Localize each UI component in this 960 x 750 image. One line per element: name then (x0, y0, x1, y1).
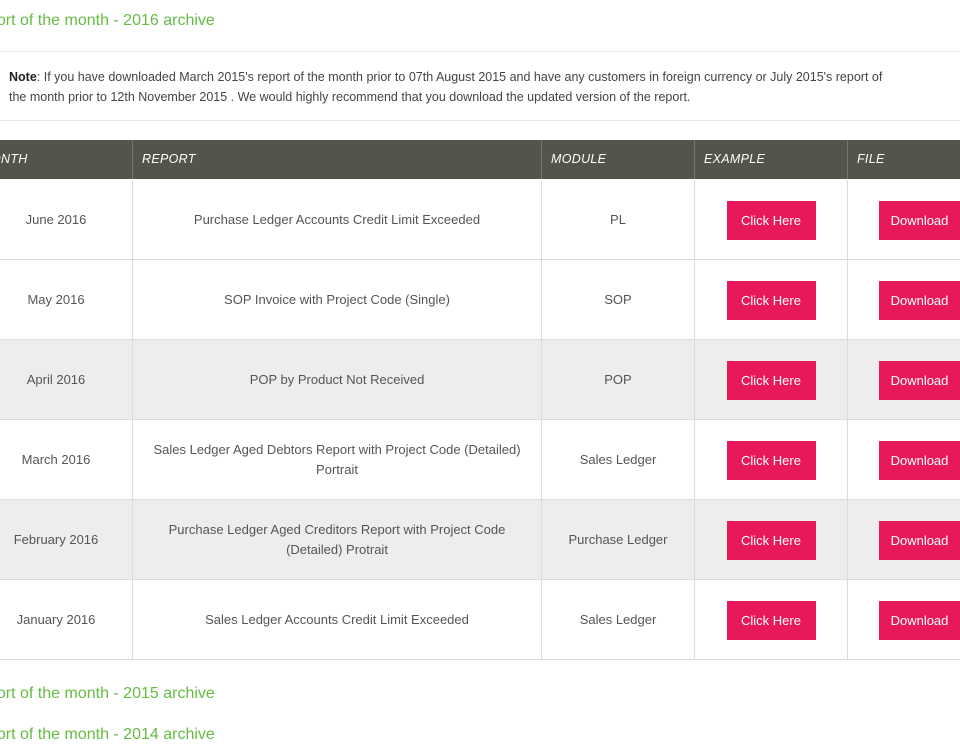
click-here-button[interactable]: Click Here (726, 520, 816, 560)
month-text: January 2016 (16, 612, 96, 627)
month-cell: May 2016 (0, 260, 132, 340)
module-cell: POP (541, 340, 694, 420)
file-cell: Download (847, 340, 960, 420)
note-line1: : If you have downloaded March 2015's re… (36, 70, 883, 84)
download-button[interactable]: Download (879, 440, 960, 480)
report-line1: POP by Product Not Received (249, 372, 425, 387)
table-row: June 2016 Purchase Ledger Accounts Credit… (0, 180, 960, 260)
note-label: Note (9, 70, 37, 84)
archive-2016-title[interactable]: port of the month - 2016 archive (0, 12, 215, 30)
header-file: FILE (847, 140, 960, 179)
report-text: Purchase Ledger Aged Creditors Report wi… (169, 520, 506, 560)
table-row: February 2016 Purchase Ledger Aged Credit… (0, 500, 960, 580)
module-cell: SOP (541, 260, 694, 340)
report-cell: Sales Ledger Aged Debtors Report with Pr… (132, 420, 541, 500)
table-row: May 2016 SOP Invoice with Project Code (S… (0, 260, 960, 340)
header-example: EXAMPLE (694, 140, 847, 179)
report-text: POP by Product Not Received (250, 370, 425, 390)
module-text: SOP (604, 292, 632, 307)
table-row: April 2016 POP by Product Not Received POP… (0, 340, 960, 420)
report-cell: SOP Invoice with Project Code (Single) (132, 260, 541, 340)
file-cell: Download (847, 580, 960, 660)
report-archive-page: port of the month - 2016 archive Note: I… (0, 0, 960, 750)
click-here-button[interactable]: Click Here (726, 600, 816, 640)
example-cell: Click Here (694, 260, 847, 340)
module-cell: Purchase Ledger (541, 500, 694, 580)
download-button[interactable]: Download (879, 600, 960, 640)
download-button[interactable]: Download (879, 200, 960, 240)
divider (0, 120, 960, 121)
report-text: Purchase Ledger Accounts Credit Limit Ex… (194, 210, 480, 230)
example-cell: Click Here (694, 180, 847, 260)
report-line1: Purchase Ledger Aged Creditors Report wi… (168, 522, 506, 537)
file-cell: Download (847, 420, 960, 500)
file-cell: Download (847, 260, 960, 340)
month-text: February 2016 (13, 532, 99, 547)
month-text: May 2016 (27, 292, 85, 307)
header-report: REPORT (132, 140, 541, 179)
report-text: Sales Ledger Aged Debtors Report with Pr… (153, 440, 520, 480)
table-row: March 2016 Sales Ledger Aged Debtors Repo… (0, 420, 960, 500)
report-line2: Portrait (316, 462, 358, 477)
report-cell: POP by Product Not Received (132, 340, 541, 420)
file-cell: Download (847, 180, 960, 260)
module-text: Purchase Ledger (568, 532, 668, 547)
module-cell: Sales Ledger (541, 580, 694, 660)
report-text: SOP Invoice with Project Code (Single) (224, 290, 450, 310)
download-button[interactable]: Download (879, 280, 960, 320)
table-header: ONTH REPORT MODULE EXAMPLE FILE (0, 140, 960, 179)
header-month: ONTH (0, 152, 28, 166)
month-cell: February 2016 (0, 500, 132, 580)
archive-2015-title[interactable]: port of the month - 2015 archive (0, 685, 215, 703)
module-text: POP (604, 372, 632, 387)
report-cell: Sales Ledger Accounts Credit Limit Excee… (132, 580, 541, 660)
report-line1: SOP Invoice with Project Code (Single) (224, 292, 450, 307)
archive-2014-title[interactable]: port of the month - 2014 archive (0, 726, 215, 744)
file-cell: Download (847, 500, 960, 580)
month-cell: January 2016 (0, 580, 132, 660)
month-text: March 2016 (21, 452, 91, 467)
click-here-button[interactable]: Click Here (726, 440, 816, 480)
note-line2: the month prior to 12th November 2015 . … (9, 90, 691, 104)
month-cell: April 2016 (0, 340, 132, 420)
download-button[interactable]: Download (879, 520, 960, 560)
report-text: Sales Ledger Accounts Credit Limit Excee… (205, 610, 469, 630)
report-cell: Purchase Ledger Accounts Credit Limit Ex… (132, 180, 541, 260)
report-line1: Sales Ledger Accounts Credit Limit Excee… (205, 612, 469, 627)
report-cell: Purchase Ledger Aged Creditors Report wi… (132, 500, 541, 580)
click-here-button[interactable]: Click Here (726, 200, 816, 240)
report-line1: Purchase Ledger Accounts Credit Limit Ex… (193, 212, 481, 227)
divider (0, 51, 960, 52)
module-cell: PL (541, 180, 694, 260)
report-line2: (Detailed) Protrait (286, 542, 388, 557)
header-module: MODULE (541, 140, 694, 179)
example-cell: Click Here (694, 580, 847, 660)
module-cell: Sales Ledger (541, 420, 694, 500)
example-cell: Click Here (694, 340, 847, 420)
example-cell: Click Here (694, 500, 847, 580)
note-text: Note: If you have downloaded March 2015'… (9, 67, 960, 107)
example-cell: Click Here (694, 420, 847, 500)
click-here-button[interactable]: Click Here (726, 280, 816, 320)
month-text: April 2016 (26, 372, 86, 387)
table-row: January 2016 Sales Ledger Accounts Credit… (0, 580, 960, 660)
month-text: June 2016 (25, 212, 87, 227)
month-cell: March 2016 (0, 420, 132, 500)
module-text: Sales Ledger (579, 452, 657, 467)
report-line1: Sales Ledger Aged Debtors Report with Pr… (153, 442, 521, 457)
download-button[interactable]: Download (879, 360, 960, 400)
month-cell: June 2016 (0, 180, 132, 260)
click-here-button[interactable]: Click Here (726, 360, 816, 400)
module-text: Sales Ledger (579, 612, 657, 627)
module-text: PL (610, 212, 626, 227)
